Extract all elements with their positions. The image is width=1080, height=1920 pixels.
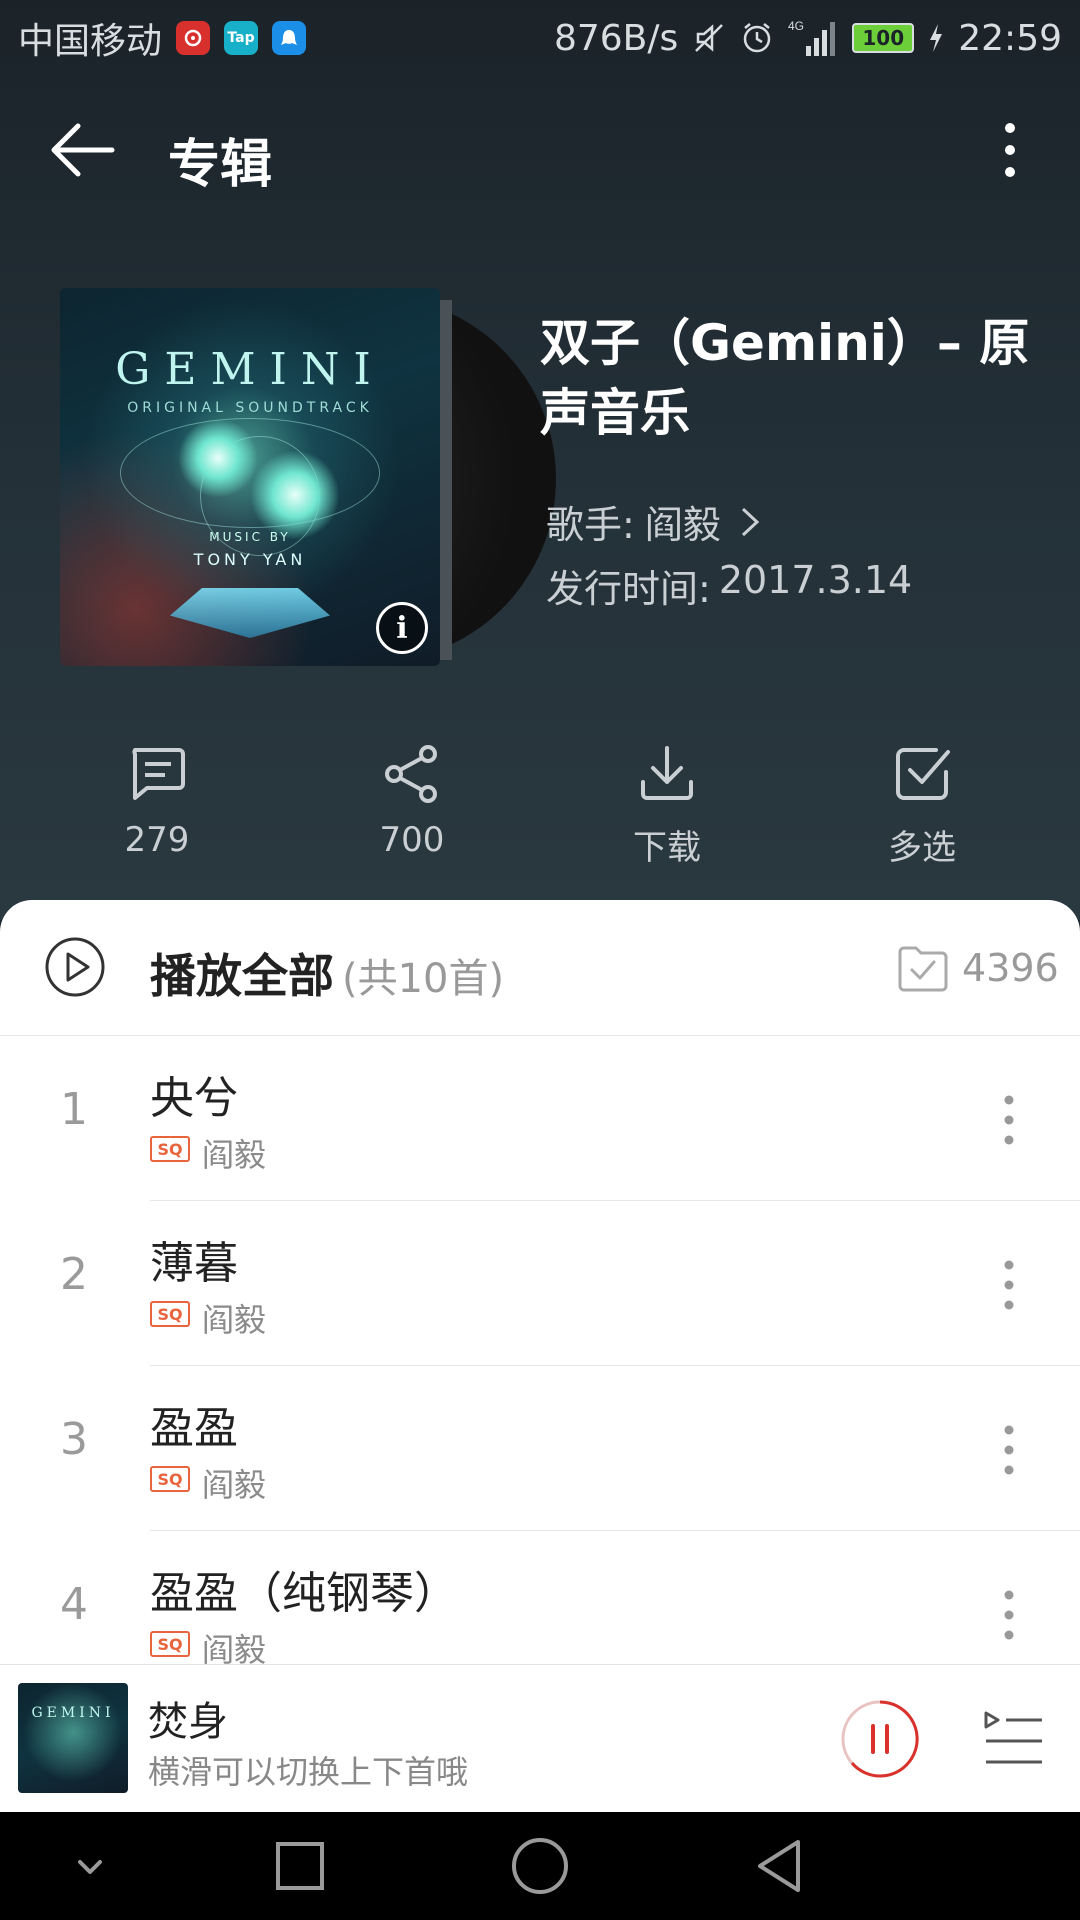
back-arrow-icon[interactable]	[48, 120, 118, 180]
download-icon	[641, 746, 693, 800]
alarm-icon	[744, 23, 771, 53]
info-icon[interactable]: i	[376, 602, 428, 654]
sq-badge: SQ	[150, 1466, 190, 1492]
vinyl-edge	[438, 300, 452, 660]
battery-indicator: 100	[852, 23, 915, 53]
cover-music-by: MUSIC BY	[209, 530, 291, 544]
cover-subtitle: ORIGINAL SOUNDTRACK	[127, 400, 373, 416]
sq-badge: SQ	[150, 1136, 190, 1162]
signal-icon: 4G	[788, 19, 836, 56]
cover-glow-orb-left	[178, 418, 258, 498]
track-title: 薄暮	[150, 1238, 238, 1289]
album-cover[interactable]: GEMINI ORIGINAL SOUNDTRACK MUSIC BY TONY…	[60, 288, 440, 666]
comment-button[interactable]: 279	[57, 742, 257, 872]
home-icon[interactable]	[510, 1836, 570, 1896]
cover-crystal-base	[170, 588, 330, 638]
status-bar: 中国移动 Tap 876B/s 4G 100 22:59	[0, 0, 1080, 76]
system-nav-bar	[0, 1812, 1080, 1920]
album-title: 双子（Gemini）– 原声音乐	[540, 314, 1030, 442]
play-circle-icon[interactable]	[44, 936, 106, 998]
multi-select-button[interactable]: 多选	[822, 742, 1022, 872]
sq-badge: SQ	[150, 1301, 190, 1327]
track-more-icon[interactable]	[992, 1092, 1026, 1148]
track-count: (共10首)	[342, 956, 505, 1002]
swipe-hint: 横滑可以切换上下首哦	[148, 1753, 469, 1791]
cover-glow-orb-right	[250, 450, 340, 540]
track-artist: 阎毅	[202, 1466, 267, 1504]
track-more-icon[interactable]	[992, 1257, 1026, 1313]
carrier-label: 中国移动	[18, 21, 163, 62]
singer-link[interactable]: 歌手: 阎毅	[546, 494, 761, 549]
share-icon	[385, 745, 437, 803]
taptap-icon: Tap	[224, 21, 259, 55]
download-label: 下载	[633, 828, 701, 868]
track-title: 央兮	[150, 1073, 238, 1124]
cover-artist: TONY YAN	[193, 550, 307, 569]
collect-count: 4396	[962, 946, 1059, 990]
recent-apps-icon[interactable]	[270, 1836, 330, 1896]
track-row[interactable]: 3 盈盈 SQ 阎毅	[0, 1366, 1080, 1531]
track-number: 3	[60, 1414, 88, 1465]
svg-text:4G: 4G	[788, 19, 804, 33]
share-button[interactable]: 700	[312, 742, 512, 872]
track-artist: 阎毅	[202, 1136, 267, 1174]
page-title: 专辑	[168, 135, 273, 195]
mini-player[interactable]: GEMINI 焚身 横滑可以切换上下首哦	[0, 1664, 1080, 1812]
comment-icon	[132, 748, 185, 800]
playlist-icon[interactable]	[982, 1709, 1046, 1769]
folder-collect-icon[interactable]	[896, 942, 950, 994]
track-row[interactable]: 1 央兮 SQ 阎毅	[0, 1036, 1080, 1201]
cover-title: GEMINI	[115, 344, 385, 395]
album-art[interactable]: GEMINI ORIGINAL SOUNDTRACK MUSIC BY TONY…	[60, 288, 556, 668]
netease-music-icon	[176, 21, 211, 55]
share-count: 700	[379, 820, 445, 860]
track-number: 4	[60, 1579, 88, 1630]
charging-icon	[930, 24, 943, 52]
mini-player-cover[interactable]: GEMINI	[18, 1683, 128, 1793]
play-all-row[interactable]: 播放全部 (共10首) 4396	[0, 900, 1080, 1036]
track-more-icon[interactable]	[992, 1587, 1026, 1643]
track-artist: 阎毅	[202, 1301, 267, 1339]
track-number: 1	[60, 1084, 88, 1135]
chevron-right-icon	[741, 507, 760, 536]
mini-cover-title: GEMINI	[31, 1705, 115, 1721]
download-button[interactable]: 下载	[567, 742, 767, 872]
back-nav-icon[interactable]	[750, 1836, 810, 1896]
track-more-icon[interactable]	[992, 1422, 1026, 1478]
checkbox-icon	[896, 748, 950, 800]
release-date-label: 发行时间:	[546, 567, 711, 611]
play-all-label[interactable]: 播放全部	[150, 940, 334, 1006]
multi-select-label: 多选	[888, 828, 956, 868]
now-playing-title: 焚身	[148, 1699, 228, 1745]
release-date: 发行时间: 2017.3.14	[546, 558, 912, 613]
toolbar: 专辑	[0, 100, 1080, 200]
clock: 22:59	[958, 17, 1062, 59]
qq-icon	[272, 21, 307, 55]
track-title: 盈盈（纯钢琴）	[150, 1568, 458, 1619]
pause-icon[interactable]	[840, 1699, 920, 1779]
singer-label: 歌手:	[546, 503, 635, 547]
track-title: 盈盈	[150, 1403, 238, 1454]
comment-count: 279	[124, 820, 190, 860]
track-row[interactable]: 2 薄暮 SQ 阎毅	[0, 1201, 1080, 1366]
singer-name: 阎毅	[644, 503, 721, 547]
more-options-icon[interactable]	[990, 118, 1030, 182]
track-number: 2	[60, 1249, 88, 1300]
hide-nav-chevron-icon[interactable]	[60, 1836, 120, 1896]
sq-badge: SQ	[150, 1631, 190, 1657]
release-date-value: 2017.3.14	[718, 558, 913, 602]
network-speed: 876B/s	[553, 17, 679, 59]
mute-icon	[695, 24, 724, 52]
